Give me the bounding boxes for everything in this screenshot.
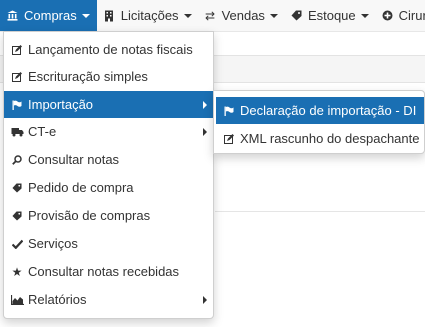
menu-item-cte[interactable]: CT-e xyxy=(4,118,213,145)
nav-compras-label: Compras xyxy=(24,8,77,23)
submenu-item-label: Declaração de importação - DI xyxy=(240,103,417,118)
chevron-right-icon xyxy=(203,101,207,109)
nav-estoque-label: Estoque xyxy=(307,8,356,23)
truck-icon xyxy=(10,127,24,137)
nav-cirurgias[interactable]: Cirurgi xyxy=(375,0,425,31)
chevron-down-icon xyxy=(81,14,90,18)
submenu-item-label: XML rascunho do despachante xyxy=(240,131,420,146)
nav-licitacoes[interactable]: Licitações xyxy=(97,0,198,31)
menu-item-label: Lançamento de notas fiscais xyxy=(28,42,193,57)
search-icon xyxy=(10,154,24,165)
chevron-down-icon xyxy=(183,14,192,18)
menu-item-label: Serviços xyxy=(28,236,78,251)
menu-item-provisao-compras[interactable]: Provisão de compras xyxy=(4,202,213,229)
compras-dropdown-menu: Lançamento de notas fiscais Escrituração… xyxy=(3,31,214,319)
menu-item-label: Escrituração simples xyxy=(28,69,148,84)
flag-icon xyxy=(222,106,236,116)
nav-compras[interactable]: Compras xyxy=(0,0,97,31)
tag-icon xyxy=(290,10,303,21)
menu-item-pedido-compra[interactable]: Pedido de compra xyxy=(4,174,213,201)
nav-licitacoes-label: Licitações xyxy=(120,8,179,23)
edit-icon xyxy=(10,44,24,55)
menu-item-label: Relatórios xyxy=(28,292,87,307)
submenu-item-declaracao-di[interactable]: Declaração de importação - DI xyxy=(216,97,424,124)
submenu-item-xml-rascunho[interactable]: XML rascunho do despachante xyxy=(216,125,424,152)
menu-item-relatorios[interactable]: Relatórios xyxy=(4,286,213,313)
menu-item-lancamento-notas[interactable]: Lançamento de notas fiscais xyxy=(4,36,213,63)
menu-item-servicos[interactable]: Serviços xyxy=(4,230,213,257)
menu-item-label: Provisão de compras xyxy=(28,208,151,223)
building-icon xyxy=(103,10,116,22)
menu-item-label: Pedido de compra xyxy=(28,180,134,195)
chevron-down-icon xyxy=(360,14,369,18)
menu-item-label: CT-e xyxy=(28,124,57,139)
menu-item-label: Consultar notas recebidas xyxy=(28,264,180,279)
importacao-submenu: Declaração de importação - DI XML rascun… xyxy=(213,90,425,154)
nav-estoque[interactable]: Estoque xyxy=(284,0,375,31)
menu-item-consultar-notas-recebidas[interactable]: ★ Consultar notas recebidas xyxy=(4,258,213,285)
nav-vendas[interactable]: ⇄ Vendas xyxy=(198,0,284,31)
star-icon: ★ xyxy=(11,264,23,279)
check-icon xyxy=(10,239,24,249)
chevron-down-icon xyxy=(269,14,278,18)
menu-item-consultar-notas[interactable]: Consultar notas xyxy=(4,146,213,173)
bank-icon xyxy=(6,10,19,21)
chart-icon xyxy=(10,294,24,305)
tag-icon xyxy=(10,210,24,221)
edit-icon xyxy=(222,133,236,144)
nav-vendas-label: Vendas xyxy=(221,8,265,23)
menu-item-label: Importação xyxy=(28,97,94,112)
exchange-icon: ⇄ xyxy=(205,8,216,23)
flag-icon xyxy=(10,100,24,110)
menu-item-label: Consultar notas xyxy=(28,152,120,167)
menu-item-escrituracao[interactable]: Escrituração simples xyxy=(4,63,213,90)
menu-item-importacao[interactable]: Importação xyxy=(4,91,213,118)
edit-icon xyxy=(10,71,24,82)
plus-circle-icon xyxy=(381,10,394,21)
divider xyxy=(215,211,425,212)
nav-cirurgias-label: Cirurgi xyxy=(398,8,425,23)
top-navbar: Compras Licitações ⇄ Vendas Estoque Ciru… xyxy=(0,0,425,32)
chevron-right-icon xyxy=(203,128,207,136)
tag-icon xyxy=(10,182,24,193)
chevron-right-icon xyxy=(203,296,207,304)
